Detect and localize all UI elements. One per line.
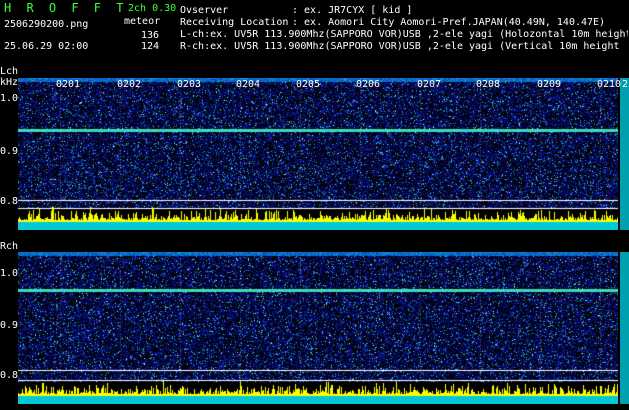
rch-right-strip bbox=[620, 252, 629, 404]
rch-tick-1: 1.0 bbox=[0, 268, 19, 279]
lch-tick-1: 1.0 bbox=[0, 93, 19, 104]
datetime-label: 25.06.29 02:00 bbox=[4, 41, 89, 52]
rch-title: Rch bbox=[0, 241, 19, 252]
lch-title: Lch bbox=[0, 66, 19, 77]
app-brand: H R O F F T bbox=[4, 1, 128, 15]
rch-spectrogram-canvas bbox=[18, 252, 618, 404]
time-label-0207: 0207 bbox=[417, 79, 442, 90]
lch-right-strip bbox=[620, 78, 629, 230]
lch-unit: kHz bbox=[0, 77, 19, 88]
rch-spectrogram bbox=[18, 252, 618, 404]
rch-tick-3: 0.8 bbox=[0, 370, 19, 381]
lch-description: L-ch:ex. UV5R 113.900Mhz(SAPPORO VOR)USB… bbox=[180, 29, 628, 40]
lch-spectrogram-canvas bbox=[18, 78, 618, 230]
time-label-0202: 0202 bbox=[117, 79, 142, 90]
filename-label: 2506290200.png bbox=[4, 19, 89, 30]
lch-spectrogram bbox=[18, 78, 618, 230]
time-label-0206: 0206 bbox=[356, 79, 381, 90]
rch-count: 124 bbox=[141, 41, 160, 52]
lch-count: 136 bbox=[141, 30, 160, 41]
time-label-0205: 0205 bbox=[296, 79, 321, 90]
rch-tick-2: 0.9 bbox=[0, 320, 19, 331]
observer-value: : ex. JR7CYX [ kid ] bbox=[292, 5, 413, 16]
meteor-label: meteor bbox=[124, 16, 161, 27]
location-label: Receiving Location bbox=[180, 17, 289, 28]
time-label-edge: 2 bbox=[622, 79, 629, 90]
lch-tick-3: 0.8 bbox=[0, 196, 19, 207]
time-label-0204: 0204 bbox=[236, 79, 261, 90]
mode-label: 2ch 0.30 bbox=[128, 3, 177, 14]
time-label-0209: 0209 bbox=[537, 79, 562, 90]
observer-label: Ovserver bbox=[180, 5, 229, 16]
rch-description: R-ch:ex. UV5R 113.900Mhz(SAPPORO VOR)USB… bbox=[180, 41, 620, 52]
lch-tick-2: 0.9 bbox=[0, 146, 19, 157]
time-label-0201: 0201 bbox=[56, 79, 81, 90]
time-label-0203: 0203 bbox=[177, 79, 202, 90]
time-label-0208: 0208 bbox=[476, 79, 501, 90]
time-label-0210: 0210 bbox=[597, 79, 622, 90]
location-value: : ex. Aomori City Aomori-Pref.JAPAN(40.4… bbox=[292, 17, 606, 28]
